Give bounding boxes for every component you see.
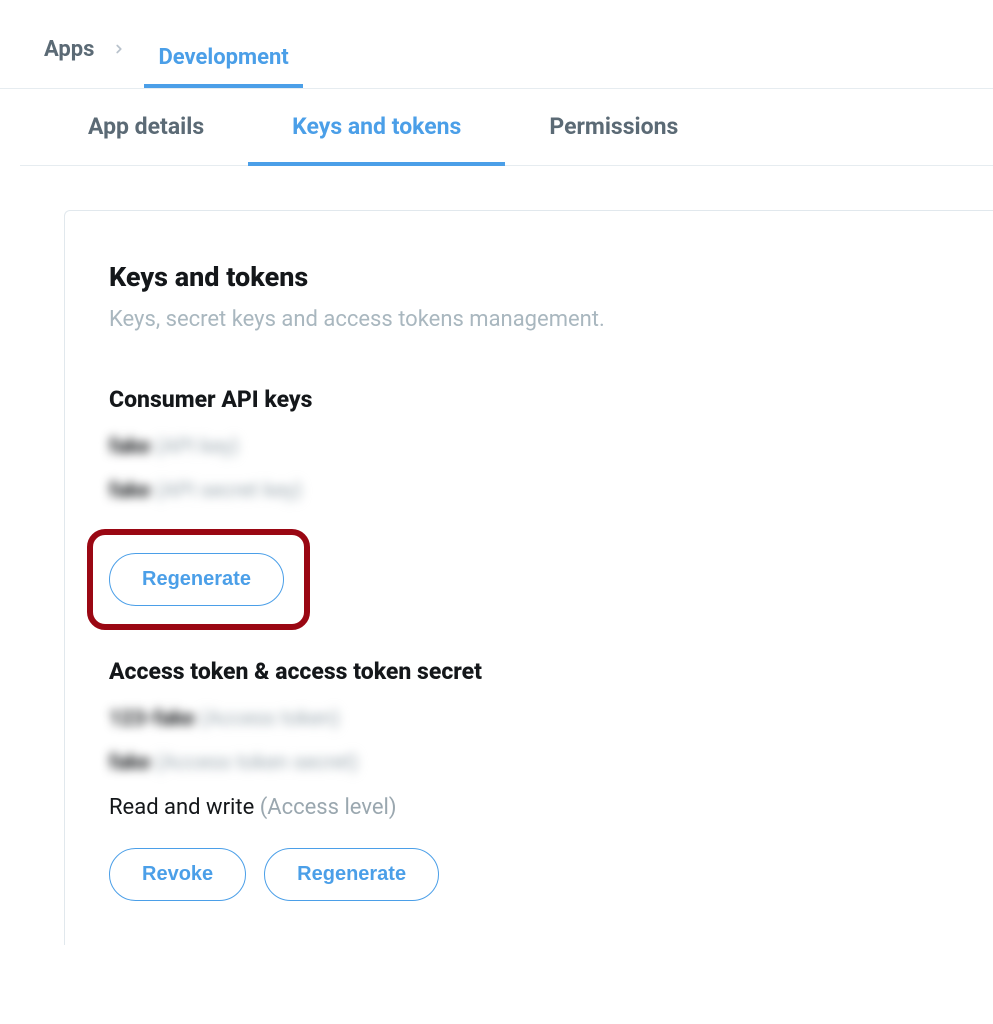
tab-keys-and-tokens[interactable]: Keys and tokens [248,89,505,166]
card-title: Keys and tokens [109,261,949,293]
keys-tokens-card: Keys and tokens Keys, secret keys and ac… [64,210,993,945]
access-token-secret-label: (Access token secret) [155,751,358,775]
access-level-row: Read and write (Access level) [109,795,949,820]
api-secret-label: (API secret key) [155,479,302,503]
access-token-value: 123-fake [109,707,195,731]
access-token-row: 123-fake (Access token) [109,707,949,731]
api-key-value: fake [109,435,150,459]
access-token-label: (Access token) [200,707,340,731]
revoke-access-token-button[interactable]: Revoke [109,848,246,901]
access-level-label: (Access level) [260,795,397,820]
tab-permissions[interactable]: Permissions [505,89,722,165]
access-token-buttons: Revoke Regenerate [109,848,949,901]
card-description: Keys, secret keys and access tokens mana… [109,307,949,332]
breadcrumb: Apps Development [0,0,993,88]
access-token-secret-row: fake (Access token secret) [109,751,949,775]
tabs: App details Keys and tokens Permissions [20,89,993,166]
chevron-right-icon [112,42,126,56]
annotation-highlight: Regenerate [87,529,310,630]
access-token-title: Access token & access token secret [109,658,949,685]
breadcrumb-root[interactable]: Apps [44,37,94,62]
breadcrumb-current[interactable]: Development [144,32,302,88]
api-secret-value: fake [109,479,150,503]
access-token-secret-value: fake [109,751,150,775]
consumer-api-keys-title: Consumer API keys [109,386,949,413]
regenerate-consumer-keys-button[interactable]: Regenerate [109,553,284,606]
api-secret-row: fake (API secret key) [109,479,949,503]
regenerate-access-token-button[interactable]: Regenerate [264,848,439,901]
tab-app-details[interactable]: App details [44,89,248,165]
api-key-row: fake (API key) [109,435,949,459]
api-key-label: (API key) [155,435,239,459]
access-level-value: Read and write [109,795,254,820]
